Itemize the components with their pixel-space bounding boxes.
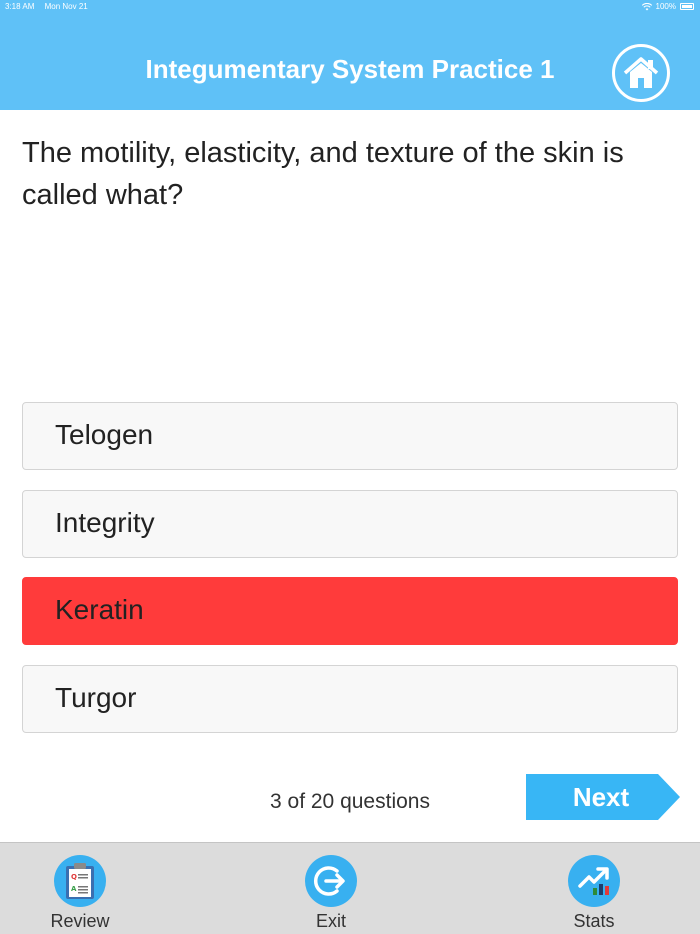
answer-option-integrity[interactable]: Integrity [22,490,678,558]
home-button[interactable] [612,44,670,102]
next-button[interactable]: Next [526,774,680,820]
home-icon [623,57,659,88]
header: Integumentary System Practice 1 [0,14,700,110]
next-button-label: Next [572,782,630,812]
page-title: Integumentary System Practice 1 [145,54,555,84]
status-left: 3:18 AM Mon Nov 21 [5,2,96,11]
tab-review-label: Review [50,911,110,931]
tab-stats[interactable]: Stats [539,855,649,934]
question-text: The motility, elasticity, and texture of… [22,137,624,211]
svg-text:A: A [71,885,77,893]
tab-bar: Q A Review Exit Stats [0,842,700,934]
answer-option-telogen[interactable]: Telogen [22,402,678,470]
status-right: 100% [641,2,694,11]
clipboard-icon: Q A [54,855,106,907]
status-bar: 3:18 AM Mon Nov 21 100% [0,0,700,14]
battery-percent: 100% [655,2,676,11]
exit-icon [305,855,357,907]
status-time: 3:18 AM [5,2,35,11]
tab-review[interactable]: Q A Review [25,855,135,934]
question-progress: 3 of 20 questions [270,790,430,813]
wifi-icon [641,2,652,10]
status-date: Mon Nov 21 [44,2,88,11]
answer-option-turgor[interactable]: Turgor [22,665,678,733]
battery-icon [680,3,694,10]
tab-exit-label: Exit [315,911,346,931]
answer-option-keratin[interactable]: Keratin [22,577,678,645]
svg-text:Q: Q [71,873,77,881]
tab-exit[interactable]: Exit [276,855,386,934]
chart-icon [568,855,620,907]
tab-stats-label: Stats [573,911,615,931]
